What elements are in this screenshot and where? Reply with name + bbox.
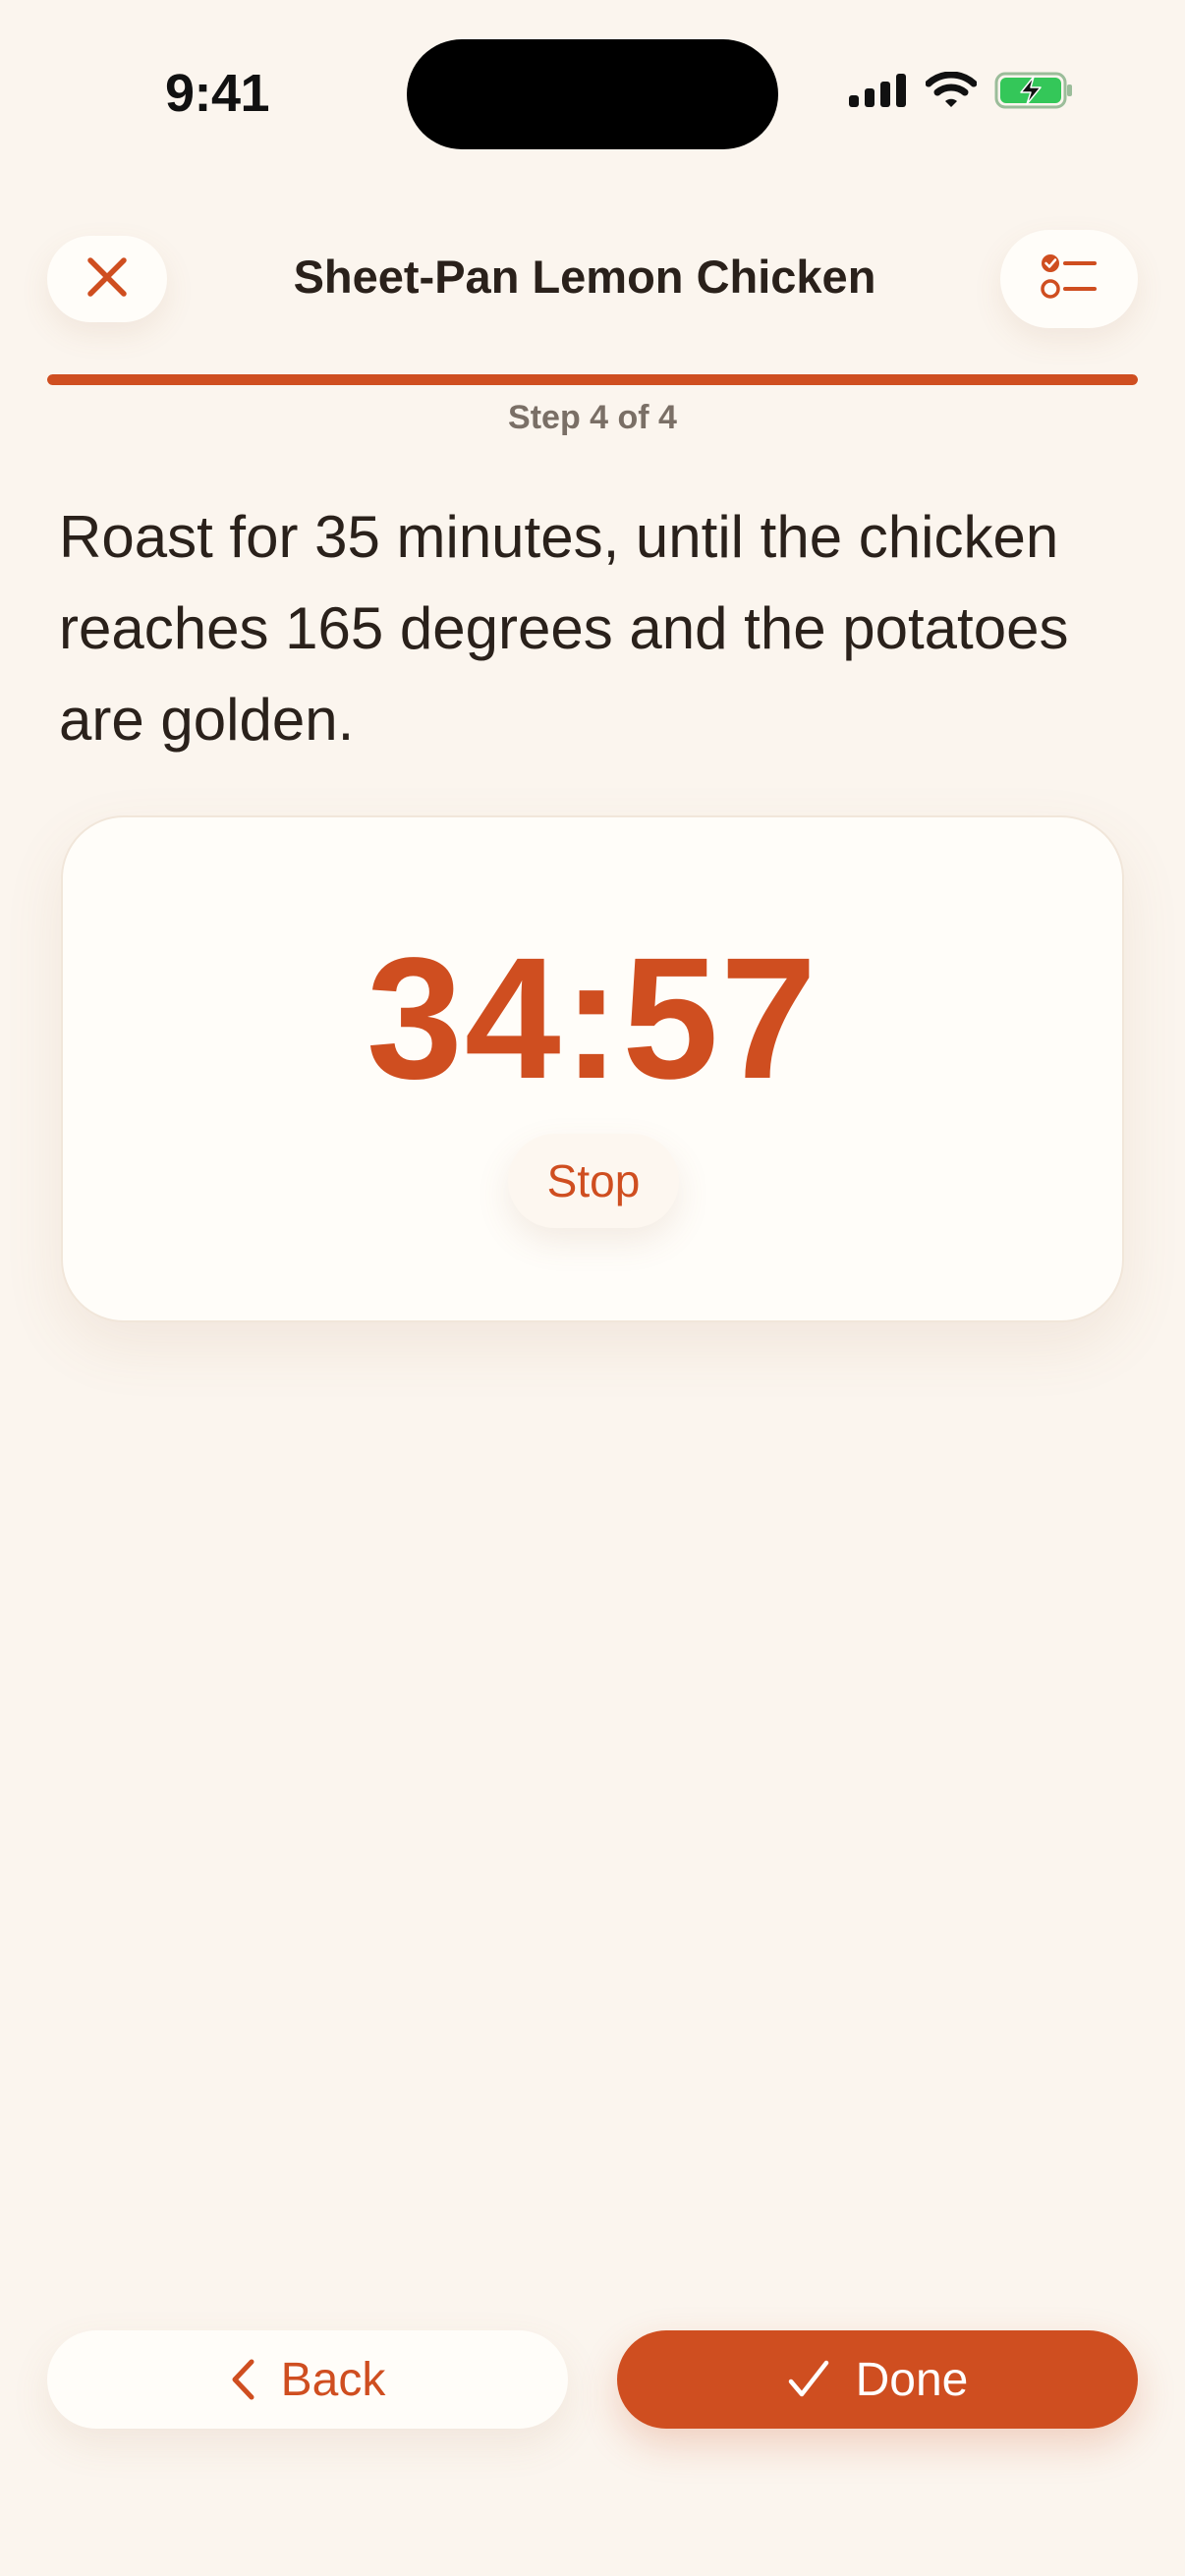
done-label: Done <box>855 2353 969 2406</box>
timer-countdown: 34:57 <box>366 923 819 1115</box>
checklist-icon <box>1040 252 1099 308</box>
cellular-signal-icon <box>847 74 908 107</box>
status-icons <box>847 71 1075 110</box>
status-time: 9:41 <box>165 64 270 123</box>
wifi-icon <box>926 72 977 109</box>
done-button[interactable]: Done <box>617 2330 1138 2429</box>
timer-card: 34:57 Stop <box>61 815 1124 1322</box>
close-button[interactable] <box>47 236 167 322</box>
step-counter: Step 4 of 4 <box>508 399 677 436</box>
recipe-title: Sheet-Pan Lemon Chicken <box>293 251 876 303</box>
battery-charging-icon <box>994 71 1075 110</box>
chevron-left-icon <box>230 2358 255 2401</box>
close-icon <box>85 255 129 304</box>
back-label: Back <box>280 2353 386 2406</box>
stop-timer-button[interactable]: Stop <box>508 1134 679 1228</box>
steps-list-button[interactable] <box>1000 230 1138 328</box>
progress-fill <box>47 374 1138 385</box>
step-instruction: Roast for 35 minutes, until the chicken … <box>59 504 1069 753</box>
dynamic-island <box>407 39 778 149</box>
header: Sheet-Pan Lemon Chicken <box>0 226 1185 334</box>
progress-bar <box>47 374 1138 385</box>
status-bar: 9:41 <box>0 0 1185 187</box>
back-button[interactable]: Back <box>47 2330 568 2429</box>
checkmark-icon <box>787 2358 830 2401</box>
